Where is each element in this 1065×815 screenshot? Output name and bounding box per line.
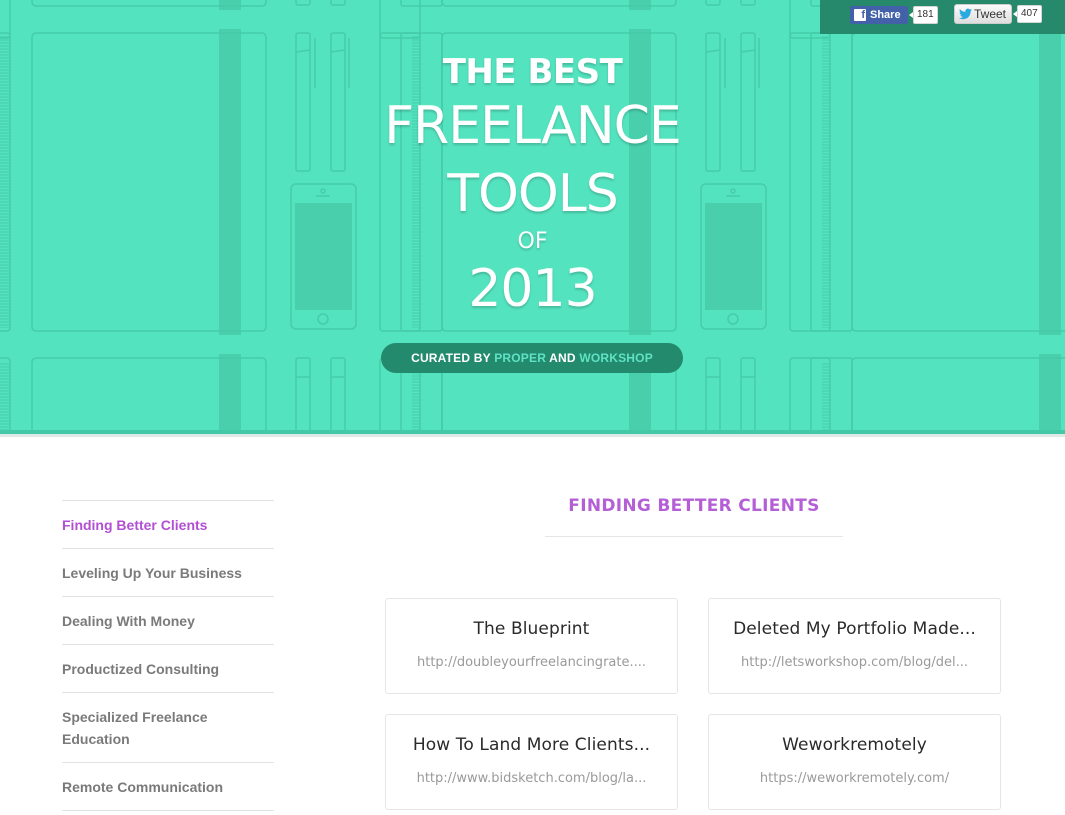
tweet-label: Tweet — [974, 7, 1007, 21]
tool-card[interactable]: The Blueprint http://doubleyourfreelanci… — [385, 598, 678, 694]
facebook-share-count: 181 — [909, 6, 938, 24]
tool-card[interactable]: How To Land More Clients... http://www.b… — [385, 714, 678, 810]
category-sidebar: Finding Better Clients Leveling Up Your … — [62, 500, 274, 811]
hero-title-line: OF — [517, 229, 548, 254]
social-share-bar: f Share 181 Tweet 407 — [820, 0, 1065, 34]
tool-card-url[interactable]: https://weworkremotely.com/ — [719, 771, 990, 786]
proper-link[interactable]: PROPER — [494, 351, 546, 365]
twitter-bird-icon — [959, 8, 972, 20]
sidebar-item-leveling-up-your-business[interactable]: Leveling Up Your Business — [62, 549, 274, 597]
tweet-count: 407 — [1013, 5, 1042, 23]
tool-card-title: The Blueprint — [473, 619, 590, 639]
hero-divider — [0, 434, 1065, 437]
sidebar-item-productized-consulting[interactable]: Productized Consulting — [62, 645, 274, 693]
tool-card-title: How To Land More Clients... — [412, 735, 651, 755]
hero-banner: THE BEST FREELANCE TOOLS OF 2013 CURATED… — [0, 0, 1065, 437]
tool-card-title: Weworkremotely — [782, 735, 927, 755]
tool-card-url[interactable]: http://letsworkshop.com/blog/del... — [719, 655, 990, 670]
sidebar-item-dealing-with-money[interactable]: Dealing With Money — [62, 597, 274, 645]
workshop-link[interactable]: WORKSHOP — [579, 351, 653, 365]
curated-joiner: AND — [546, 351, 580, 365]
tool-card-title: Deleted My Portfolio Made... — [733, 619, 976, 639]
curated-prefix: CURATED BY — [411, 351, 495, 365]
sidebar-item-remote-communication[interactable]: Remote Communication — [62, 763, 274, 811]
tool-card[interactable]: Weworkremotely https://weworkremotely.co… — [708, 714, 1001, 810]
tool-card-url[interactable]: http://doubleyourfreelancingrate.... — [396, 655, 667, 670]
facebook-share-button[interactable]: f Share — [850, 6, 908, 24]
sidebar-item-specialized-freelance-education[interactable]: Specialized Freelance Education — [62, 693, 274, 763]
tweet-button[interactable]: Tweet — [954, 4, 1012, 24]
hero-title-line: TOOLS — [447, 164, 619, 224]
tool-card[interactable]: Deleted My Portfolio Made... http://lets… — [708, 598, 1001, 694]
section-divider — [545, 536, 843, 537]
sidebar-item-finding-better-clients[interactable]: Finding Better Clients — [62, 501, 274, 549]
facebook-icon: f — [854, 9, 866, 21]
hero-title-line: THE BEST — [442, 52, 623, 92]
curated-by-badge: CURATED BY PROPER AND WORKSHOP — [381, 343, 683, 373]
section-title: FINDING BETTER CLIENTS — [568, 496, 820, 516]
facebook-share-label: Share — [870, 9, 901, 21]
hero-title-line: FREELANCE — [384, 96, 682, 156]
tool-card-url[interactable]: http://www.bidsketch.com/blog/la... — [396, 771, 667, 786]
hero-title-year: 2013 — [468, 259, 597, 319]
